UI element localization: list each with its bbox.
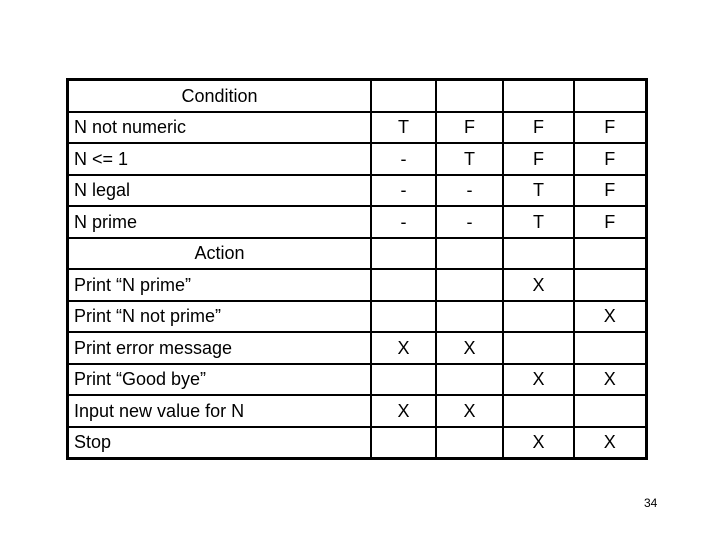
- condition-value: F: [573, 205, 647, 239]
- action-label: Print “N prime”: [66, 268, 372, 302]
- action-label: Input new value for N: [66, 394, 372, 428]
- action-value: [573, 331, 647, 365]
- action-value: [435, 362, 504, 396]
- action-value: [435, 425, 504, 460]
- header-empty-cell: [573, 236, 647, 270]
- condition-value: F: [502, 142, 575, 176]
- condition-value: T: [370, 110, 437, 144]
- condition-value: T: [502, 173, 575, 207]
- action-row: Print error message X X: [66, 331, 647, 365]
- header-empty-cell: [370, 236, 437, 270]
- action-value: X: [370, 394, 437, 428]
- action-header-row: Action: [66, 236, 647, 270]
- condition-value: -: [370, 142, 437, 176]
- action-value: X: [573, 299, 647, 333]
- action-label: Stop: [66, 425, 372, 460]
- action-value: [370, 299, 437, 333]
- condition-value: T: [435, 142, 504, 176]
- condition-row: N legal - - T F: [66, 173, 647, 207]
- action-value: [502, 394, 575, 428]
- action-value: X: [573, 425, 647, 460]
- action-row: Print “N prime” X: [66, 268, 647, 302]
- header-empty-cell: [573, 78, 647, 113]
- header-empty-cell: [435, 236, 504, 270]
- condition-label: N <= 1: [66, 142, 372, 176]
- action-row: Print “Good bye” X X: [66, 362, 647, 396]
- condition-label: N prime: [66, 205, 372, 239]
- condition-value: F: [573, 173, 647, 207]
- condition-row: N prime - - T F: [66, 205, 647, 239]
- condition-value: -: [370, 173, 437, 207]
- header-empty-cell: [370, 78, 437, 113]
- action-label: Print “N not prime”: [66, 299, 372, 333]
- header-empty-cell: [502, 236, 575, 270]
- decision-table: Condition N not numeric T F F F N <= 1 -…: [66, 78, 648, 460]
- action-value: X: [502, 362, 575, 396]
- condition-value: F: [573, 110, 647, 144]
- condition-value: F: [573, 142, 647, 176]
- action-row: Stop X X: [66, 425, 647, 460]
- action-value: [502, 299, 575, 333]
- condition-header: Condition: [66, 78, 372, 113]
- condition-label: N not numeric: [66, 110, 372, 144]
- action-value: X: [502, 425, 575, 460]
- condition-value: F: [435, 110, 504, 144]
- action-value: X: [370, 331, 437, 365]
- action-row: Input new value for N X X: [66, 394, 647, 428]
- action-label: Print error message: [66, 331, 372, 365]
- action-header: Action: [66, 236, 372, 270]
- condition-row: N not numeric T F F F: [66, 110, 647, 144]
- header-empty-cell: [435, 78, 504, 113]
- action-value: [502, 331, 575, 365]
- action-value: [370, 425, 437, 460]
- condition-header-row: Condition: [66, 78, 647, 113]
- action-value: [573, 394, 647, 428]
- action-value: [435, 268, 504, 302]
- condition-value: T: [502, 205, 575, 239]
- condition-value: F: [502, 110, 575, 144]
- action-label: Print “Good bye”: [66, 362, 372, 396]
- condition-value: -: [370, 205, 437, 239]
- condition-row: N <= 1 - T F F: [66, 142, 647, 176]
- action-value: [573, 268, 647, 302]
- header-empty-cell: [502, 78, 575, 113]
- condition-label: N legal: [66, 173, 372, 207]
- page-number: 34: [644, 496, 658, 510]
- action-value: [435, 299, 504, 333]
- action-value: X: [435, 331, 504, 365]
- action-row: Print “N not prime” X: [66, 299, 647, 333]
- action-value: [370, 268, 437, 302]
- action-value: X: [435, 394, 504, 428]
- action-value: X: [573, 362, 647, 396]
- action-value: X: [502, 268, 575, 302]
- condition-value: -: [435, 173, 504, 207]
- condition-value: -: [435, 205, 504, 239]
- action-value: [370, 362, 437, 396]
